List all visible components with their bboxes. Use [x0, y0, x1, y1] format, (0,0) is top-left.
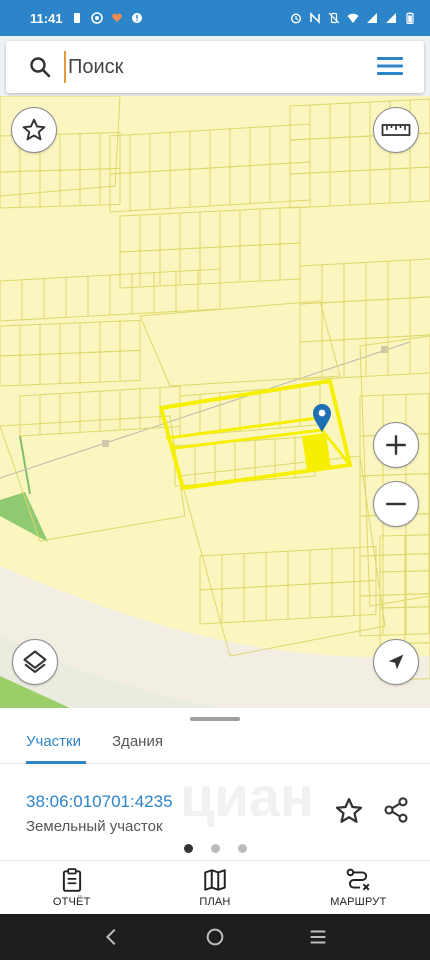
star-icon	[22, 118, 46, 141]
zoom-in-button[interactable]	[373, 422, 419, 468]
recents-icon[interactable]	[307, 926, 329, 948]
layers-icon	[23, 650, 47, 673]
pager	[0, 844, 430, 853]
pager-dot[interactable]	[237, 844, 247, 853]
bottom-toolbar: ОТЧЁТ ПЛАН МАРШРУТ	[0, 860, 430, 914]
status-time: 11:41	[30, 10, 63, 26]
star-icon[interactable]	[334, 796, 364, 826]
ruler-icon	[381, 124, 411, 136]
map-view[interactable]	[0, 96, 430, 708]
watermark: циан	[180, 765, 314, 828]
heart-icon	[111, 12, 123, 24]
alarm-icon	[290, 12, 302, 24]
search-bar	[6, 41, 424, 93]
route-icon	[346, 868, 370, 891]
zoom-out-button[interactable]	[373, 481, 419, 527]
zoom-in-icon	[386, 435, 406, 455]
layers-button[interactable]	[12, 639, 58, 685]
search-header	[0, 36, 430, 96]
system-navbar	[0, 914, 430, 960]
tab-plots[interactable]: Участки	[26, 728, 86, 764]
locate-icon	[388, 654, 404, 670]
signal-icon	[385, 12, 397, 24]
nfc-icon	[309, 12, 321, 24]
plan-button[interactable]: ПЛАН	[143, 861, 286, 914]
map-icon	[204, 869, 226, 891]
battery-icon	[404, 12, 416, 24]
status-left: 11:41	[30, 11, 143, 26]
wifi-icon	[347, 12, 359, 24]
search-icon[interactable]	[28, 55, 52, 79]
drag-handle[interactable]	[190, 717, 240, 721]
report-label: ОТЧЁТ	[52, 896, 91, 908]
parcel-number[interactable]: 38:06:010701:4235	[26, 792, 173, 812]
zoom-out-icon	[386, 502, 406, 506]
my-location-button[interactable]	[373, 639, 419, 685]
tab-buildings[interactable]: Здания	[112, 728, 163, 764]
location-marker-icon[interactable]	[312, 403, 332, 433]
battery-saver-icon	[71, 12, 83, 24]
ruler-button[interactable]	[373, 107, 419, 153]
alert-icon	[131, 12, 143, 24]
plan-label: ПЛАН	[199, 896, 231, 908]
route-label: МАРШРУТ	[330, 896, 387, 908]
status-bar: 11:41	[0, 0, 430, 36]
route-button[interactable]: МАРШРУТ	[287, 861, 430, 914]
pager-dot[interactable]	[183, 844, 193, 853]
home-icon[interactable]	[204, 926, 226, 948]
whatsapp-icon	[90, 12, 103, 24]
menu-icon[interactable]	[376, 55, 404, 77]
share-icon[interactable]	[382, 796, 410, 824]
signal-icon	[366, 12, 378, 24]
tab-bar: Участки Здания	[0, 722, 430, 764]
report-button[interactable]: ОТЧЁТ	[0, 861, 143, 914]
clipboard-icon	[62, 868, 81, 892]
back-icon[interactable]	[101, 926, 123, 948]
parcel-type: Земельный участок	[26, 818, 163, 835]
cadastral-map[interactable]	[0, 96, 430, 708]
pager-dot[interactable]	[210, 844, 220, 853]
vibrate-off-icon	[328, 12, 340, 24]
favorite-button[interactable]	[11, 107, 57, 153]
search-input[interactable]	[64, 51, 344, 83]
status-right	[290, 12, 416, 24]
